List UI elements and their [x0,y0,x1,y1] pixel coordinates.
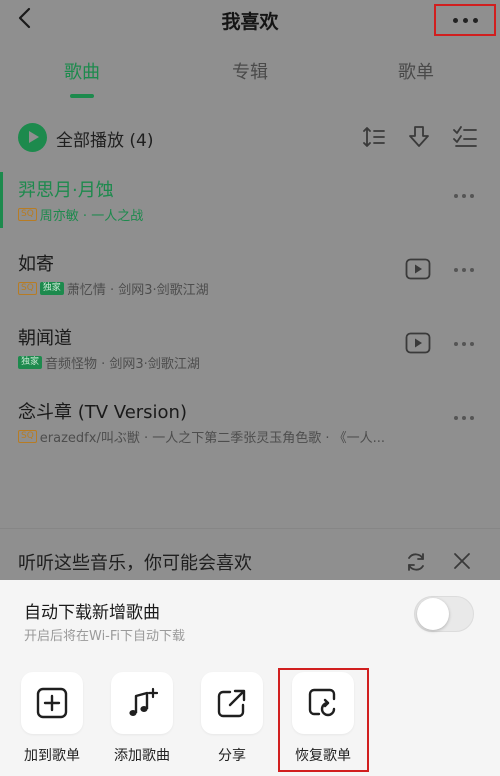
more-button[interactable] [434,4,496,36]
sort-icon[interactable] [361,124,387,150]
song-title: 念斗章 (TV Version) [18,402,187,423]
exclusive-badge: 独家 [39,281,64,295]
song-meta: SQ 独家 萧忆情 · 剑网3·剑歌江湖 [18,280,448,296]
tab-indicator [70,94,94,98]
auto-download-toggle[interactable] [414,596,474,632]
sq-badge: SQ [18,207,37,221]
action-tile[interactable] [111,672,173,734]
song-title: 羿思月·月蚀 [18,180,114,201]
refresh-icon[interactable] [405,551,427,573]
action-label: 加到歌单 [24,748,80,764]
action-tile[interactable] [21,672,83,734]
tab-songs[interactable]: 歌曲 [42,58,122,84]
recommend-row: 听听这些音乐，你可能会喜欢 [0,528,500,580]
auto-download-subtitle: 开启后将在Wi-Fi下自动下载 [24,629,186,644]
mv-play-icon[interactable] [405,258,431,280]
download-icon[interactable] [406,124,432,150]
song-more-icon[interactable] [454,268,474,272]
share-button[interactable]: 分享 [201,672,265,768]
page-title: 我喜欢 [221,11,279,33]
song-row[interactable]: 朝闻道 独家 音频怪物 · 剑网3·剑歌江湖 [0,320,500,390]
song-meta: SQ 周亦敏 · 一人之战 [18,206,448,222]
song-row[interactable]: 念斗章 (TV Version) SQ erazedfx/叫ぶ獣 · 一人之下第… [0,394,500,464]
mv-play-icon[interactable] [405,332,431,354]
exclusive-badge: 独家 [18,355,43,369]
more-dots-icon [452,17,458,23]
play-all-icon[interactable] [18,123,47,152]
recommend-text: 听听这些音乐，你可能会喜欢 [18,553,252,574]
song-title: 如寄 [18,254,54,275]
song-row[interactable]: 羿思月·月蚀 SQ 周亦敏 · 一人之战 [0,172,500,242]
song-meta: SQ erazedfx/叫ぶ獣 · 一人之下第二季张灵玉角色歌 · 《一人... [18,428,448,444]
song-meta: 独家 音频怪物 · 剑网3·剑歌江湖 [18,354,448,370]
nav-bar: 我喜欢 [0,0,500,40]
more-actions-sheet: 自动下载新增歌曲 开启后将在Wi-Fi下自动下载 加到歌单 添加歌曲 分享 恢复… [0,580,500,776]
song-more-icon[interactable] [454,194,474,198]
highlight-box [278,668,369,772]
sq-badge: SQ [18,429,37,443]
tab-playlists[interactable]: 歌单 [376,58,456,84]
share-icon [217,689,246,718]
song-more-icon[interactable] [454,416,474,420]
close-icon[interactable] [452,551,472,571]
action-label: 添加歌曲 [114,748,170,764]
auto-download-title: 自动下载新增歌曲 [24,603,160,623]
sq-badge: SQ [18,281,37,295]
action-label: 分享 [218,748,246,764]
tab-bar: 歌曲 专辑 歌单 [0,52,500,98]
song-artist-album: erazedfx/叫ぶ獣 · 一人之下第二季张灵玉角色歌 · 《一人... [39,430,386,445]
play-all-row: 全部播放 (4) [0,120,500,156]
toggle-knob [417,598,449,630]
action-tile[interactable] [201,672,263,734]
add-square-icon [36,687,68,719]
add-songs-button[interactable]: 添加歌曲 [111,672,175,768]
song-more-icon[interactable] [454,342,474,346]
song-artist-album: 音频怪物 · 剑网3·剑歌江湖 [45,356,200,371]
song-artist-album: 周亦敏 · 一人之战 [39,208,144,223]
song-row[interactable]: 如寄 SQ 独家 萧忆情 · 剑网3·剑歌江湖 [0,246,500,316]
multi-select-icon[interactable] [452,124,478,150]
song-artist-album: 萧忆情 · 剑网3·剑歌江湖 [66,282,209,297]
music-add-icon [129,687,158,716]
song-title: 朝闻道 [18,328,72,349]
now-playing-indicator [0,172,3,228]
play-all-label[interactable]: 全部播放 (4) [56,126,153,151]
add-to-playlist-button[interactable]: 加到歌单 [21,672,85,768]
favorites-page: 我喜欢 歌曲 专辑 歌单 全部播放 (4) 羿思月·月蚀 SQ 周亦敏 · 一人… [0,0,500,580]
tab-albums[interactable]: 专辑 [210,58,290,84]
